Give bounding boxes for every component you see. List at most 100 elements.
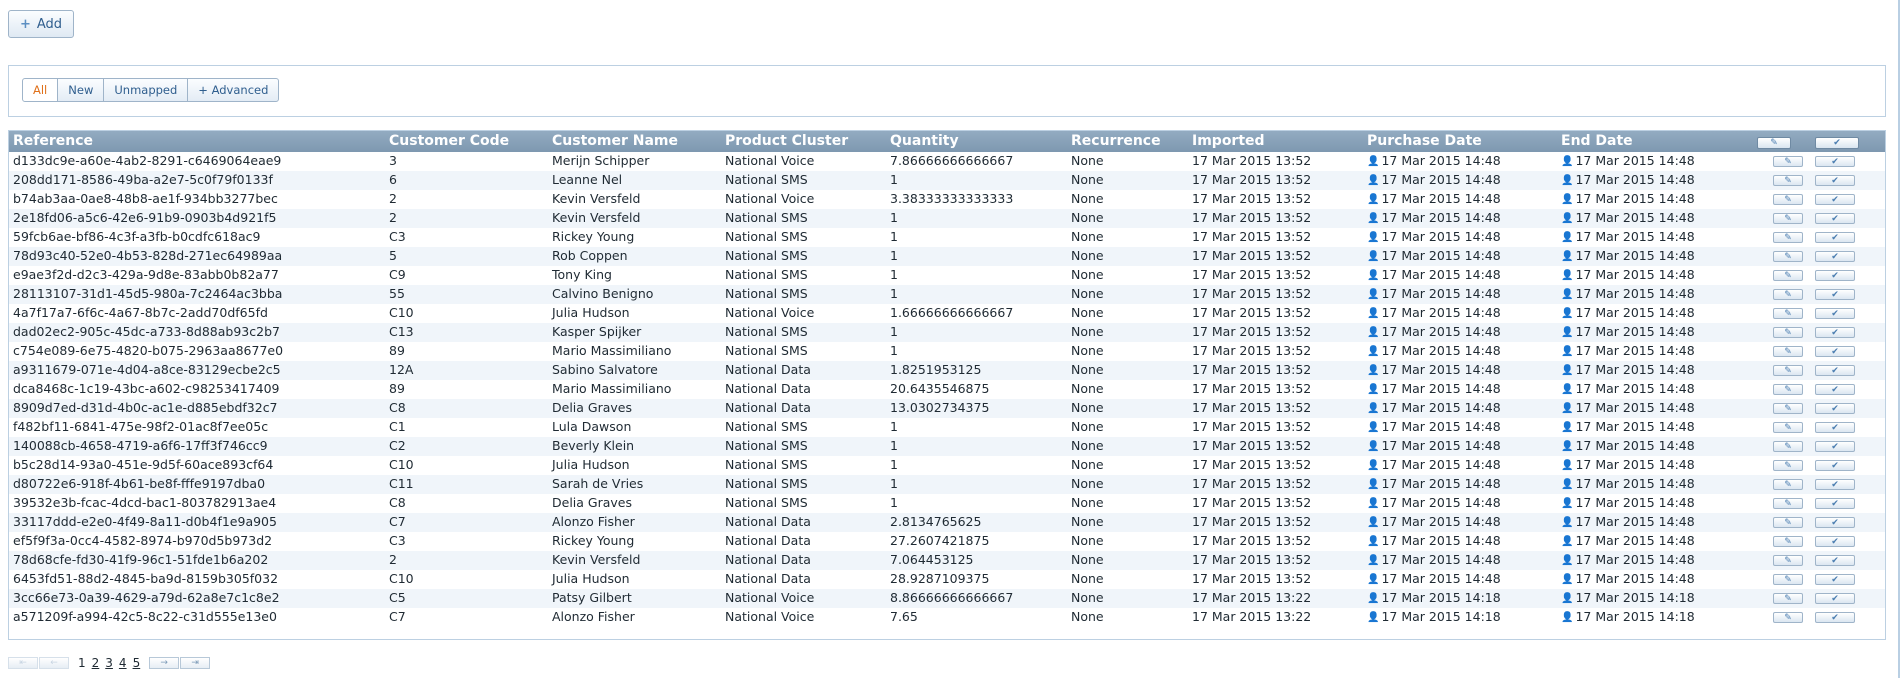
column-header-customer-name[interactable]: Customer Name xyxy=(552,133,678,149)
edit-row-button[interactable]: ✎ xyxy=(1773,593,1803,604)
edit-row-button[interactable]: ✎ xyxy=(1773,536,1803,547)
column-header-customer-code[interactable]: Customer Code xyxy=(389,133,509,149)
edit-row-button[interactable]: ✎ xyxy=(1773,479,1803,490)
edit-row-button[interactable]: ✎ xyxy=(1773,213,1803,224)
table-row[interactable]: b74ab3aa-0ae8-48b8-ae1f-934bb3277bec 2 Kev… xyxy=(9,190,1885,209)
edit-row-button[interactable]: ✎ xyxy=(1773,384,1803,395)
table-row[interactable]: 140088cb-4658-4719-a6f6-17ff3f746cc9 C2 Be… xyxy=(9,437,1885,456)
edit-row-button[interactable]: ✎ xyxy=(1773,517,1803,528)
page-link-3[interactable]: 3 xyxy=(105,656,113,670)
approve-row-button[interactable]: ✔ xyxy=(1815,536,1855,547)
approve-row-button[interactable]: ✔ xyxy=(1815,289,1855,300)
edit-row-button[interactable]: ✎ xyxy=(1773,175,1803,186)
column-header-recurrence[interactable]: Recurrence xyxy=(1071,133,1161,149)
filter-advanced-button[interactable]: + Advanced xyxy=(187,78,280,102)
edit-row-button[interactable]: ✎ xyxy=(1773,555,1803,566)
table-row[interactable]: 78d68cfe-fd30-41f9-96c1-51fde1b6a202 2 Kev… xyxy=(9,551,1885,570)
table-row[interactable]: d80722e6-918f-4b61-be8f-fffe9197dba0 C11 S… xyxy=(9,475,1885,494)
column-header-product-cluster[interactable]: Product Cluster xyxy=(725,133,848,149)
edit-row-button[interactable]: ✎ xyxy=(1773,156,1803,167)
approve-row-button[interactable]: ✔ xyxy=(1815,365,1855,376)
table-row[interactable]: a571209f-a994-42c5-8c22-c31d555e13e0 C7 Al… xyxy=(9,608,1885,627)
edit-row-button[interactable]: ✎ xyxy=(1773,232,1803,243)
approve-row-button[interactable]: ✔ xyxy=(1815,194,1855,205)
column-header-end-date[interactable]: End Date xyxy=(1561,133,1633,149)
first-page-button[interactable]: ⇤ xyxy=(8,657,38,669)
table-row[interactable]: e9ae3f2d-d2c3-429a-9d8e-83abb0b82a77 C9 To… xyxy=(9,266,1885,285)
table-row[interactable]: d133dc9e-a60e-4ab2-8291-c6469064eae9 3 Mer… xyxy=(9,152,1885,171)
page-link-4[interactable]: 4 xyxy=(119,656,127,670)
table-row[interactable]: 4a7f17a7-6f6c-4a67-8b7c-2add70df65fd C10 J… xyxy=(9,304,1885,323)
approve-row-button[interactable]: ✔ xyxy=(1815,213,1855,224)
approve-row-button[interactable]: ✔ xyxy=(1815,441,1855,452)
table-row[interactable]: 39532e3b-fcac-4dcd-bac1-803782913ae4 C8 De… xyxy=(9,494,1885,513)
approve-row-button[interactable]: ✔ xyxy=(1815,479,1855,490)
approve-row-button[interactable]: ✔ xyxy=(1815,498,1855,509)
approve-row-button[interactable]: ✔ xyxy=(1815,156,1855,167)
edit-row-button[interactable]: ✎ xyxy=(1773,194,1803,205)
column-header-quantity[interactable]: Quantity xyxy=(890,133,959,149)
column-header-purchase-date[interactable]: Purchase Date xyxy=(1367,133,1482,149)
edit-all-button[interactable]: ✎ xyxy=(1757,137,1791,149)
approve-row-button[interactable]: ✔ xyxy=(1815,403,1855,414)
column-header-imported[interactable]: Imported xyxy=(1192,133,1265,149)
page-scrollbar[interactable] xyxy=(1896,0,1904,678)
approve-row-button[interactable]: ✔ xyxy=(1815,422,1855,433)
table-row[interactable]: 28113107-31d1-45d5-980a-7c2464ac3bba 55 Ca… xyxy=(9,285,1885,304)
table-row[interactable]: 8909d7ed-d31d-4b0c-ac1e-d885ebdf32c7 C8 De… xyxy=(9,399,1885,418)
edit-row-button[interactable]: ✎ xyxy=(1773,574,1803,585)
table-row[interactable]: dca8468c-1c19-43bc-a602-c98253417409 89 Ma… xyxy=(9,380,1885,399)
approve-row-button[interactable]: ✔ xyxy=(1815,346,1855,357)
column-header-reference[interactable]: Reference xyxy=(13,133,93,149)
table-row[interactable]: 2e18fd06-a5c6-42e6-91b9-0903b4d921f5 2 Kev… xyxy=(9,209,1885,228)
approve-row-button[interactable]: ✔ xyxy=(1815,308,1855,319)
approve-row-button[interactable]: ✔ xyxy=(1815,593,1855,604)
filter-unmapped-button[interactable]: Unmapped xyxy=(103,78,189,102)
table-row[interactable]: 208dd171-8586-49ba-a2e7-5c0f79f0133f 6 Lea… xyxy=(9,171,1885,190)
edit-row-button[interactable]: ✎ xyxy=(1773,251,1803,262)
edit-row-button[interactable]: ✎ xyxy=(1773,498,1803,509)
edit-row-button[interactable]: ✎ xyxy=(1773,289,1803,300)
edit-row-button[interactable]: ✎ xyxy=(1773,441,1803,452)
approve-row-button[interactable]: ✔ xyxy=(1815,175,1855,186)
table-row[interactable]: b5c28d14-93a0-451e-9d5f-60ace893cf64 C10 J… xyxy=(9,456,1885,475)
table-row[interactable]: 3cc66e73-0a39-4629-a79d-62a8e7c1c8e2 C5 Pa… xyxy=(9,589,1885,608)
approve-row-button[interactable]: ✔ xyxy=(1815,517,1855,528)
table-row[interactable]: c754e089-6e75-4820-b075-2963aa8677e0 89 Ma… xyxy=(9,342,1885,361)
edit-row-button[interactable]: ✎ xyxy=(1773,327,1803,338)
table-row[interactable]: 59fcb6ae-bf86-4c3f-a3fb-b0cdfc618ac9 C3 Ri… xyxy=(9,228,1885,247)
add-button[interactable]: + Add xyxy=(8,10,74,38)
edit-row-button[interactable]: ✎ xyxy=(1773,365,1803,376)
approve-all-button[interactable]: ✔ xyxy=(1815,137,1859,149)
edit-row-button[interactable]: ✎ xyxy=(1773,308,1803,319)
table-row[interactable]: ef5f9f3a-0cc4-4582-8974-b970d5b973d2 C3 Ri… xyxy=(9,532,1885,551)
approve-row-button[interactable]: ✔ xyxy=(1815,327,1855,338)
table-row[interactable]: a9311679-071e-4d04-a8ce-83129ecbe2c5 12A S… xyxy=(9,361,1885,380)
table-row[interactable]: f482bf11-6841-475e-98f2-01ac8f7ee05c C1 Lu… xyxy=(9,418,1885,437)
approve-row-button[interactable]: ✔ xyxy=(1815,270,1855,281)
approve-row-button[interactable]: ✔ xyxy=(1815,460,1855,471)
table-row[interactable]: 6453fd51-88d2-4845-ba9d-8159b305f032 C10 J… xyxy=(9,570,1885,589)
edit-row-button[interactable]: ✎ xyxy=(1773,460,1803,471)
approve-row-button[interactable]: ✔ xyxy=(1815,574,1855,585)
table-row[interactable]: 78d93c40-52e0-4b53-828d-271ec64989aa 5 Rob… xyxy=(9,247,1885,266)
table-row[interactable]: 33117ddd-e2e0-4f49-8a11-d0b4f1e9a905 C7 Al… xyxy=(9,513,1885,532)
approve-row-button[interactable]: ✔ xyxy=(1815,384,1855,395)
approve-row-button[interactable]: ✔ xyxy=(1815,232,1855,243)
filter-new-button[interactable]: New xyxy=(57,78,105,102)
approve-row-button[interactable]: ✔ xyxy=(1815,612,1855,623)
edit-row-button[interactable]: ✎ xyxy=(1773,346,1803,357)
edit-row-button[interactable]: ✎ xyxy=(1773,403,1803,414)
edit-row-button[interactable]: ✎ xyxy=(1773,270,1803,281)
prev-page-button[interactable]: ← xyxy=(39,657,69,669)
page-link-5[interactable]: 5 xyxy=(133,656,141,670)
approve-row-button[interactable]: ✔ xyxy=(1815,251,1855,262)
last-page-button[interactable]: ⇥ xyxy=(180,657,211,669)
edit-row-button[interactable]: ✎ xyxy=(1773,422,1803,433)
page-link-2[interactable]: 2 xyxy=(92,656,100,670)
table-row[interactable]: dad02ec2-905c-45dc-a733-8d88ab93c2b7 C13 K… xyxy=(9,323,1885,342)
next-page-button[interactable]: → xyxy=(149,657,180,669)
edit-row-button[interactable]: ✎ xyxy=(1773,612,1803,623)
filter-all-button[interactable]: All xyxy=(22,78,59,102)
approve-row-button[interactable]: ✔ xyxy=(1815,555,1855,566)
